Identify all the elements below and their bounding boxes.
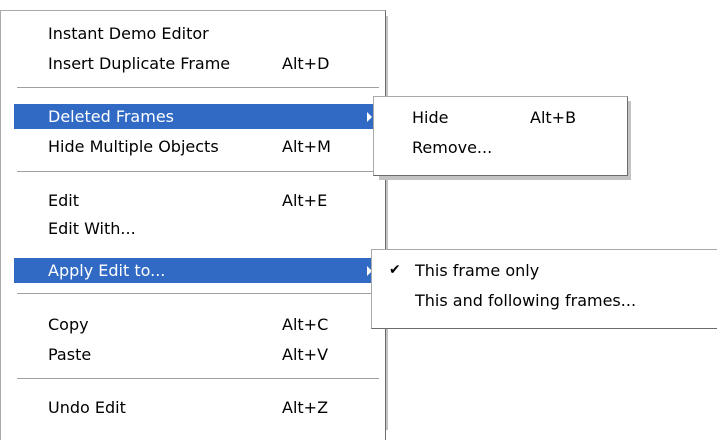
menu-item-apply-edit-to[interactable]: Apply Edit to... bbox=[14, 258, 381, 283]
menu-item-hide[interactable]: Hide Alt+B bbox=[377, 105, 624, 130]
apply-edit-submenu: ✔ This frame only This and following fra… bbox=[371, 249, 717, 329]
deleted-frames-submenu-shadow-bottom bbox=[379, 176, 631, 180]
menu-item-copy[interactable]: Copy Alt+C bbox=[14, 312, 381, 337]
menu-item-label: Paste bbox=[48, 345, 92, 364]
menu-item-shortcut: Alt+M bbox=[282, 137, 331, 156]
menu-item-label: Edit bbox=[48, 191, 79, 210]
menu-item-shortcut: Alt+Z bbox=[282, 398, 329, 417]
menu-item-deleted-frames[interactable]: Deleted Frames bbox=[14, 104, 381, 129]
menu-item-label: Insert Duplicate Frame bbox=[48, 54, 231, 73]
menu-item-hide-multiple-objects[interactable]: Hide Multiple Objects Alt+M bbox=[14, 134, 381, 159]
menu-item-label: Hide Multiple Objects bbox=[48, 137, 219, 156]
menu-item-shortcut: Alt+D bbox=[282, 54, 330, 73]
menu-item-label: Instant Demo Editor bbox=[48, 24, 209, 43]
menu-item-label: Edit With... bbox=[48, 219, 136, 238]
submenu-arrow-icon bbox=[367, 112, 372, 122]
menu-item-shortcut: Alt+B bbox=[530, 108, 577, 127]
deleted-frames-submenu: Hide Alt+B Remove... bbox=[373, 96, 628, 176]
deleted-frames-submenu-shadow-right bbox=[628, 101, 631, 180]
menu-item-shortcut: Alt+E bbox=[282, 191, 328, 210]
menu-item-instant-demo-editor[interactable]: Instant Demo Editor bbox=[14, 21, 381, 46]
menu-item-label: Undo Edit bbox=[48, 398, 126, 417]
menu-separator bbox=[17, 87, 379, 89]
menu-item-insert-duplicate-frame[interactable]: Insert Duplicate Frame Alt+D bbox=[14, 51, 381, 76]
menu-item-shortcut: Alt+V bbox=[282, 345, 329, 364]
menu-item-label: This and following frames... bbox=[415, 291, 637, 310]
menu-item-label: Apply Edit to... bbox=[48, 261, 166, 280]
menu-item-label: Hide bbox=[412, 108, 449, 127]
checkmark-icon: ✔ bbox=[389, 262, 401, 278]
menu-item-label: Remove... bbox=[412, 138, 493, 157]
menu-item-undo-edit[interactable]: Undo Edit Alt+Z bbox=[14, 395, 381, 420]
menu-item-edit-with[interactable]: Edit With... bbox=[14, 216, 381, 241]
menu-item-label: This frame only bbox=[415, 261, 540, 280]
menu-item-label: Deleted Frames bbox=[48, 107, 174, 126]
menu-item-shortcut: Alt+C bbox=[282, 315, 329, 334]
menu-separator bbox=[17, 171, 379, 173]
menu-item-this-and-following-frames[interactable]: This and following frames... bbox=[375, 288, 714, 313]
menu-item-label: Copy bbox=[48, 315, 89, 334]
menu-item-paste[interactable]: Paste Alt+V bbox=[14, 342, 381, 367]
menu-separator bbox=[17, 378, 379, 380]
menu-item-edit[interactable]: Edit Alt+E bbox=[14, 188, 381, 213]
menu-item-remove[interactable]: Remove... bbox=[377, 135, 624, 160]
context-menu: Instant Demo Editor Insert Duplicate Fra… bbox=[0, 10, 386, 440]
menu-item-this-frame-only[interactable]: ✔ This frame only bbox=[375, 258, 714, 283]
menu-separator bbox=[17, 293, 379, 295]
